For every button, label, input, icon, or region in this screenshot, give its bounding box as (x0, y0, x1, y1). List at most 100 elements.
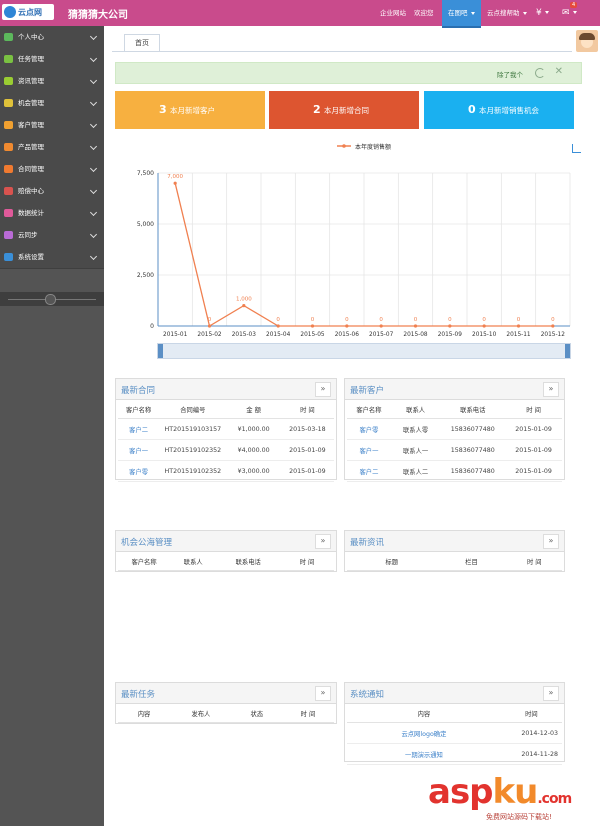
table-header-row: 客户名称 合同编号 金 额 时 间 (118, 401, 334, 419)
sidebar-item[interactable]: 合同管理 (0, 158, 104, 181)
column-header: 金 额 (226, 401, 281, 419)
nav-website[interactable]: 企业网站 (380, 0, 406, 26)
column-header: 联系人 (170, 553, 217, 571)
notice-link[interactable]: 云点网logo确定 (347, 722, 501, 744)
nav-help[interactable]: 云点搜帮助 (487, 0, 527, 26)
more-button[interactable]: » (315, 382, 331, 397)
tasks-table: 内容 发布人 状态 时 间 (118, 705, 334, 723)
sidebar-item[interactable]: 客户管理 (0, 114, 104, 137)
sidebar-item[interactable]: 个人中心 (0, 26, 104, 49)
table-row[interactable]: 客户一 联系人一 15836077480 2015-01-09 (347, 439, 562, 461)
stat-label: 本月新增合同 (324, 106, 369, 115)
sidebar-item-label: 合同管理 (18, 165, 44, 173)
data-label: 0 (379, 317, 383, 323)
sidebar-item-label: 赔偿中心 (18, 187, 44, 195)
panel-header: 最新资讯 » (345, 531, 564, 552)
stat-label: 本月新增销售机会 (479, 106, 539, 115)
panel-opportunity-pool: 机会公海管理 » 客户名称 联系人 联系电话 时 间 (115, 530, 337, 572)
data-label: 1,000 (236, 297, 252, 303)
customer-link[interactable]: 客户一 (347, 439, 391, 461)
stat-new-opportunities[interactable]: 0 本月新增销售机会 (424, 91, 574, 129)
chevron-down-icon (470, 11, 475, 15)
sidebar-item[interactable]: 产品管理 (0, 136, 104, 159)
doc-icon (4, 77, 13, 85)
legend-label: 本年度销售额 (355, 143, 391, 151)
close-icon[interactable]: ✕ (555, 66, 563, 77)
watermark-subtitle: 免费网站源码下载站! (486, 813, 552, 821)
data-point (379, 324, 383, 328)
data-label: 0 (482, 317, 486, 323)
logo[interactable]: 云点网 (2, 4, 54, 20)
table-row[interactable]: 云点网logo确定 2014-12-03 (347, 722, 562, 744)
customer-link[interactable]: 客户零 (347, 418, 391, 440)
shuffle-icon (4, 209, 13, 217)
sidebar-item[interactable]: 数据统计 (0, 202, 104, 225)
sidebar-item[interactable]: 系统设置 (0, 246, 104, 269)
sidebar-item[interactable]: 云同步 (0, 224, 104, 247)
customer-link[interactable]: 客户一 (118, 439, 160, 461)
more-button[interactable]: » (543, 534, 559, 549)
watermark-text: ku (492, 772, 539, 812)
sidebar-item-label: 客户管理 (18, 121, 44, 129)
table-cell: 2015-01-09 (280, 439, 334, 461)
mail-icon: ✉ (562, 8, 570, 18)
folder-icon (4, 165, 13, 173)
data-point (173, 181, 177, 185)
data-point (310, 324, 315, 328)
scroll-left-handle[interactable] (158, 344, 163, 358)
company-name: 猜猜猜大公司 (68, 10, 128, 21)
collapse-icon[interactable] (45, 294, 56, 305)
notices-table: 内容 时间 云点网logo确定 2014-12-03 一期演示通知 2014-1… (347, 705, 562, 765)
sidebar-collapse-toggle[interactable] (0, 292, 104, 306)
customer-link[interactable]: 客户二 (347, 460, 391, 482)
chevron-down-icon (89, 208, 98, 217)
stat-new-contracts[interactable]: 2 本月新增合同 (269, 91, 419, 129)
stat-number: 2 (313, 103, 321, 116)
panel-header: 最新客户 » (345, 379, 564, 400)
message-badge: 4 (570, 2, 578, 8)
data-point (413, 324, 418, 328)
column-header: 联系人 (390, 401, 441, 419)
customer-link[interactable]: 客户二 (118, 418, 160, 440)
notice-link[interactable]: 一期演示通知 (347, 743, 501, 765)
sidebar-item-label: 云同步 (18, 231, 38, 239)
x-tick-label: 2015-04 (266, 332, 291, 338)
contracts-table: 客户名称 合同编号 金 额 时 间 客户二 HT201519103157 ¥1,… (118, 401, 334, 482)
customer-link[interactable]: 客户零 (118, 460, 160, 482)
refresh-icon[interactable] (535, 68, 545, 78)
panel-header: 最新任务 » (116, 683, 336, 704)
chevron-down-icon (89, 164, 98, 173)
scroll-right-handle[interactable] (565, 344, 570, 358)
sidebar-item-label: 系统设置 (18, 253, 44, 261)
sidebar-item[interactable]: 机会管理 (0, 92, 104, 115)
more-button[interactable]: » (543, 382, 559, 397)
more-button[interactable]: » (315, 686, 331, 701)
chart-trend-icon[interactable] (572, 144, 581, 153)
table-row[interactable]: 客户零 HT201519102352 ¥3,000.00 2015-01-09 (118, 460, 334, 482)
x-tick-label: 2015-02 (197, 332, 222, 338)
table-row[interactable]: 客户二 HT201519103157 ¥1,000.00 2015-03-18 (118, 418, 334, 440)
chevron-down-icon (89, 54, 98, 63)
sidebar-item[interactable]: 任务管理 (0, 48, 104, 71)
sidebar-item[interactable]: 资讯管理 (0, 70, 104, 93)
avatar[interactable] (576, 30, 598, 52)
more-button[interactable]: » (315, 534, 331, 549)
tab-home[interactable]: 首页 (124, 34, 160, 52)
table-row[interactable]: 客户一 HT201519102352 ¥4,000.00 2015-01-09 (118, 439, 334, 461)
nav-user-menu[interactable]: 在图吧 (442, 0, 481, 28)
alert-bar: 除了我个 ✕ (115, 62, 582, 84)
table-row[interactable]: 一期演示通知 2014-11-28 (347, 743, 562, 765)
sidebar-item[interactable]: 赔偿中心 (0, 180, 104, 203)
table-row[interactable]: 客户二 联系人二 15836077480 2015-01-09 (347, 460, 562, 482)
column-header: 客户名称 (118, 553, 171, 571)
nav-currency[interactable]: ¥ (536, 0, 549, 26)
gift-icon (4, 143, 13, 151)
chevron-down-icon (89, 252, 98, 261)
more-button[interactable]: » (543, 686, 559, 701)
table-row[interactable]: 客户零 联系人零 15836077480 2015-01-09 (347, 418, 562, 440)
sidebar-item-label: 产品管理 (18, 143, 44, 151)
chart-range-scroller[interactable] (157, 343, 571, 359)
stat-new-customers[interactable]: 3 本月新增客户 (115, 91, 265, 129)
table-cell: HT201519103157 (159, 418, 227, 440)
sidebar-item-label: 机会管理 (18, 99, 44, 107)
